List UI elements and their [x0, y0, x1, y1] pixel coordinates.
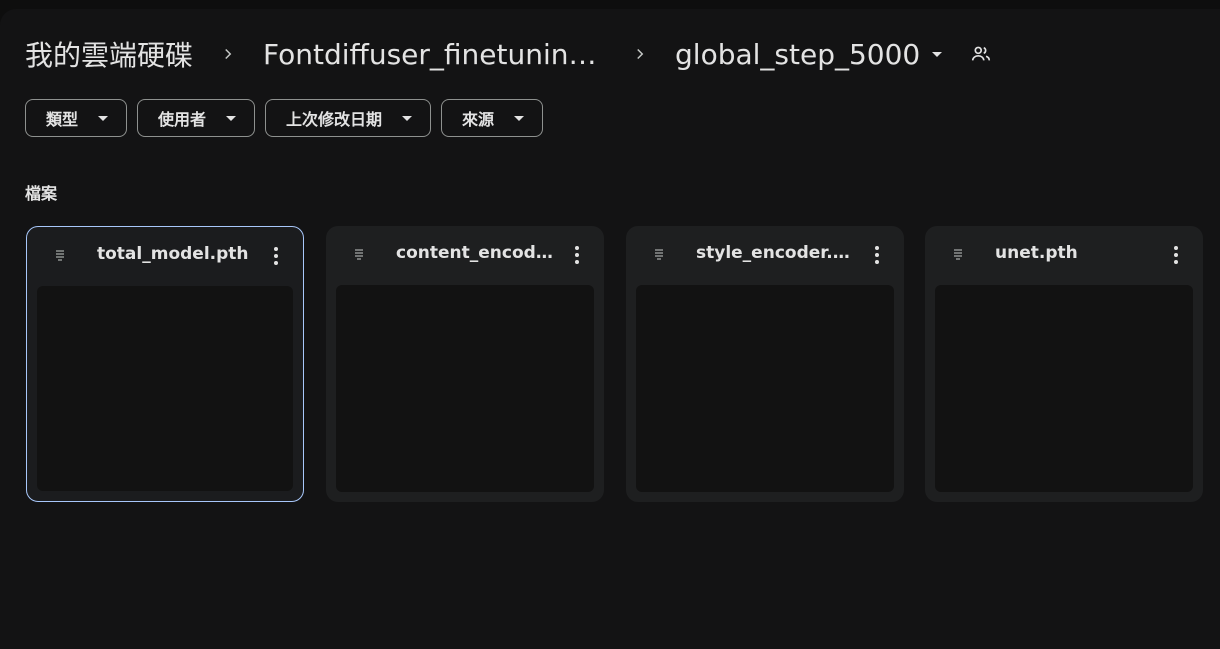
file-name: unet.pth [995, 243, 1078, 263]
chevron-right-icon [637, 48, 644, 60]
more-options-icon[interactable] [566, 244, 588, 266]
file-thumbnail [37, 286, 293, 491]
filter-type[interactable]: 類型 [25, 99, 128, 137]
file-name: total_model.pth [97, 244, 249, 264]
filter-source[interactable]: 來源 [441, 99, 544, 137]
file-thumbnail [636, 285, 894, 492]
file-card[interactable]: style_encoder.pth [626, 226, 904, 502]
more-options-icon[interactable] [1165, 244, 1187, 266]
filter-bar: 類型 使用者 上次修改日期 來源 [25, 99, 544, 137]
more-options-icon[interactable] [866, 244, 888, 266]
file-card[interactable]: unet.pth [925, 226, 1203, 502]
people-icon[interactable] [970, 43, 992, 65]
filter-modified-date[interactable]: 上次修改日期 [265, 99, 432, 137]
file-name: content_encode... [396, 243, 556, 263]
section-title-files: 檔案 [25, 184, 58, 203]
file-icon [56, 250, 64, 261]
dropdown-arrow-icon [402, 115, 413, 121]
caret-down-icon [932, 51, 943, 57]
more-options-icon[interactable] [265, 245, 287, 267]
file-thumbnail [935, 285, 1193, 492]
dropdown-arrow-icon [98, 115, 109, 121]
file-icon [355, 249, 363, 260]
breadcrumb-parent[interactable]: Fontdiffuser_finetuning... [263, 38, 603, 71]
filter-modified-date-label: 上次修改日期 [286, 110, 383, 129]
breadcrumb: 我的雲端硬碟 Fontdiffuser_finetuning... global… [25, 34, 992, 74]
breadcrumb-current-label: global_step_5000 [675, 37, 921, 71]
file-thumbnail [336, 285, 594, 492]
breadcrumb-root[interactable]: 我的雲端硬碟 [25, 34, 193, 74]
file-card[interactable]: content_encode... [326, 226, 604, 502]
filter-source-label: 來源 [462, 110, 495, 129]
file-name: style_encoder.pth [696, 243, 856, 263]
dropdown-arrow-icon [226, 115, 237, 121]
breadcrumb-current-folder[interactable]: global_step_5000 [675, 37, 943, 71]
file-icon [954, 249, 962, 260]
file-card[interactable]: total_model.pth [26, 226, 304, 502]
dropdown-arrow-icon [514, 115, 525, 121]
filter-user[interactable]: 使用者 [137, 99, 256, 137]
filter-user-label: 使用者 [158, 110, 207, 129]
chevron-right-icon [225, 48, 232, 60]
file-icon [655, 249, 663, 260]
filter-type-label: 類型 [46, 110, 79, 129]
